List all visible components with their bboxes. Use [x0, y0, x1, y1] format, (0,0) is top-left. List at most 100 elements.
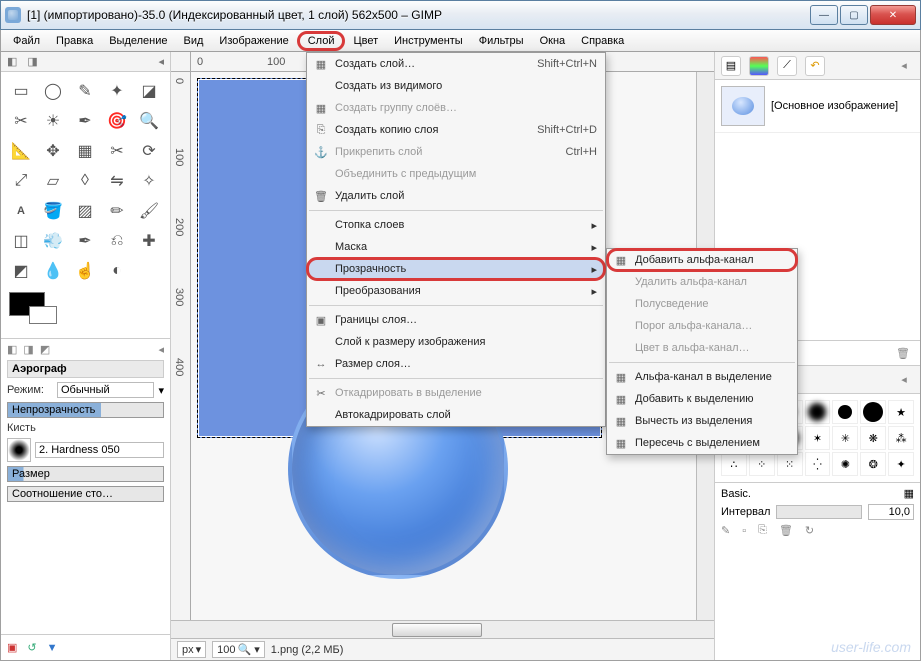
menu-view[interactable]: Вид: [176, 32, 212, 50]
brush-item[interactable]: ✳: [832, 426, 858, 450]
menu-item[interactable]: Создать из видимого: [307, 75, 605, 97]
tool-eraser[interactable]: ◫: [7, 228, 35, 254]
menu-item[interactable]: ▦Вычесть из выделения: [607, 410, 797, 432]
layer-name[interactable]: [Основное изображение]: [771, 100, 914, 112]
tool-rotate[interactable]: ⟳: [135, 138, 163, 164]
background-color[interactable]: [29, 306, 57, 324]
color-swatches[interactable]: [1, 288, 170, 338]
dock-save-icon[interactable]: ▣: [7, 641, 17, 654]
tool-paths[interactable]: ✒: [71, 108, 99, 134]
brush-new-icon[interactable]: ▫: [742, 525, 746, 537]
brush-item[interactable]: ⁘: [749, 452, 775, 476]
menu-item[interactable]: Стопка слоев▸: [307, 214, 605, 236]
menu-item[interactable]: Автокадрировать слой: [307, 404, 605, 426]
mode-select[interactable]: Обычный: [57, 382, 154, 398]
tool-move[interactable]: ✥: [39, 138, 67, 164]
menu-windows[interactable]: Окна: [532, 32, 574, 50]
opacity-slider[interactable]: Непрозрачность: [7, 402, 164, 418]
brush-item[interactable]: ❂: [860, 452, 886, 476]
tab-undo-icon[interactable]: ↶: [805, 56, 825, 76]
brush-item[interactable]: ★: [888, 400, 914, 424]
menu-item[interactable]: Преобразования▸: [307, 280, 605, 302]
opts-tab-icon[interactable]: ◨: [23, 343, 33, 356]
tool-scissors[interactable]: ✂: [7, 108, 35, 134]
layer-row[interactable]: [Основное изображение]: [715, 80, 920, 133]
brush-item[interactable]: [832, 400, 858, 424]
menu-image[interactable]: Изображение: [211, 32, 296, 50]
brush-item[interactable]: ∴: [721, 452, 747, 476]
menu-item[interactable]: ▦Пересечь с выделением: [607, 432, 797, 454]
tab-layers-icon[interactable]: ▤: [721, 56, 741, 76]
tool-rect-select[interactable]: ▭: [7, 78, 35, 104]
tool-clone[interactable]: ⎌: [103, 228, 131, 254]
menu-item[interactable]: ↔Размер слоя…: [307, 353, 605, 375]
tool-flip[interactable]: ⇋: [103, 168, 131, 194]
ratio-slider[interactable]: Соотношение сто…: [7, 486, 164, 502]
opts-tab-icon[interactable]: ◩: [40, 343, 50, 356]
brush-view-icon[interactable]: ▦: [904, 487, 914, 500]
tool-bucket[interactable]: 🪣: [39, 198, 67, 224]
window-minimize-button[interactable]: —: [810, 5, 838, 25]
brush-edit-icon[interactable]: ✎: [721, 524, 730, 537]
tool-blur[interactable]: 💧: [39, 258, 67, 284]
tool-shear[interactable]: ▱: [39, 168, 67, 194]
menu-item[interactable]: Прозрачность▸: [307, 258, 605, 280]
toolbox-menu-arrow[interactable]: ◂: [158, 55, 164, 68]
brush-item[interactable]: ⁂: [888, 426, 914, 450]
tool-measure[interactable]: 📐: [7, 138, 35, 164]
brush-item[interactable]: ⁙: [777, 452, 803, 476]
brush-item[interactable]: ✶: [805, 426, 831, 450]
menu-item[interactable]: ▦Создать слой…Shift+Ctrl+N: [307, 53, 605, 75]
menu-filters[interactable]: Фильтры: [471, 32, 532, 50]
tool-dodge[interactable]: ◐: [103, 258, 131, 284]
menu-edit[interactable]: Правка: [48, 32, 101, 50]
tool-scale[interactable]: ⤢: [7, 168, 35, 194]
tool-perspective[interactable]: ◊: [71, 168, 99, 194]
menu-file[interactable]: Файл: [5, 32, 48, 50]
brush-item[interactable]: [860, 400, 886, 424]
interval-value[interactable]: 10,0: [868, 504, 914, 520]
brush-dup-icon[interactable]: ⎘: [758, 524, 767, 537]
tool-text[interactable]: A: [7, 198, 35, 224]
tool-brush[interactable]: 🖌: [135, 198, 163, 224]
menu-color[interactable]: Цвет: [345, 32, 386, 50]
tab-paths-icon[interactable]: ⟋: [777, 56, 797, 76]
tool-gradient[interactable]: ▨: [71, 198, 99, 224]
unit-select[interactable]: px ▾: [177, 641, 206, 658]
horizontal-scrollbar[interactable]: [171, 620, 714, 638]
dock-menu-arrow[interactable]: ◂: [894, 56, 914, 76]
layer-thumbnail[interactable]: [721, 86, 765, 126]
menu-item[interactable]: 🗑Удалить слой: [307, 185, 605, 207]
size-slider[interactable]: Размер: [7, 466, 164, 482]
window-maximize-button[interactable]: ▢: [840, 5, 868, 25]
tool-by-color[interactable]: ◪: [135, 78, 163, 104]
dock-delete-icon[interactable]: ▼: [47, 642, 58, 654]
menu-tools[interactable]: Инструменты: [386, 32, 471, 50]
tool-zoom[interactable]: 🔍: [135, 108, 163, 134]
brush-refresh-icon[interactable]: ↻: [805, 524, 814, 537]
menu-item[interactable]: ⎘Создать копию слояShift+Ctrl+D: [307, 119, 605, 141]
tool-foreground[interactable]: ☀: [39, 108, 67, 134]
brush-item[interactable]: ⁛: [805, 452, 831, 476]
vertical-ruler[interactable]: 0 100 200 300 400: [171, 72, 191, 620]
brush-preview[interactable]: [7, 438, 31, 462]
brush-item[interactable]: ✦: [888, 452, 914, 476]
menu-help[interactable]: Справка: [573, 32, 632, 50]
menu-select[interactable]: Выделение: [101, 32, 175, 50]
menu-item[interactable]: ▦Добавить к выделению: [607, 388, 797, 410]
brush-item[interactable]: [805, 400, 831, 424]
tool-color-picker[interactable]: 🎯: [103, 108, 131, 134]
tool-free-select[interactable]: ✎: [71, 78, 99, 104]
opts-menu-arrow[interactable]: ◂: [158, 343, 164, 356]
tool-smudge[interactable]: ☝: [71, 258, 99, 284]
tool-airbrush[interactable]: 💨: [39, 228, 67, 254]
menu-item[interactable]: ▦Альфа-канал в выделение: [607, 366, 797, 388]
menu-item[interactable]: Слой к размеру изображения: [307, 331, 605, 353]
menu-layer[interactable]: Слой: [297, 31, 346, 51]
toolbox-tab-icon[interactable]: ◨: [27, 55, 37, 68]
brush-del-icon[interactable]: 🗑: [779, 524, 793, 537]
dock-reset-icon[interactable]: ↺: [27, 641, 36, 654]
dock-menu-arrow[interactable]: ◂: [894, 370, 914, 390]
brush-item[interactable]: ❋: [860, 426, 886, 450]
menu-item[interactable]: ▣Границы слоя…: [307, 309, 605, 331]
